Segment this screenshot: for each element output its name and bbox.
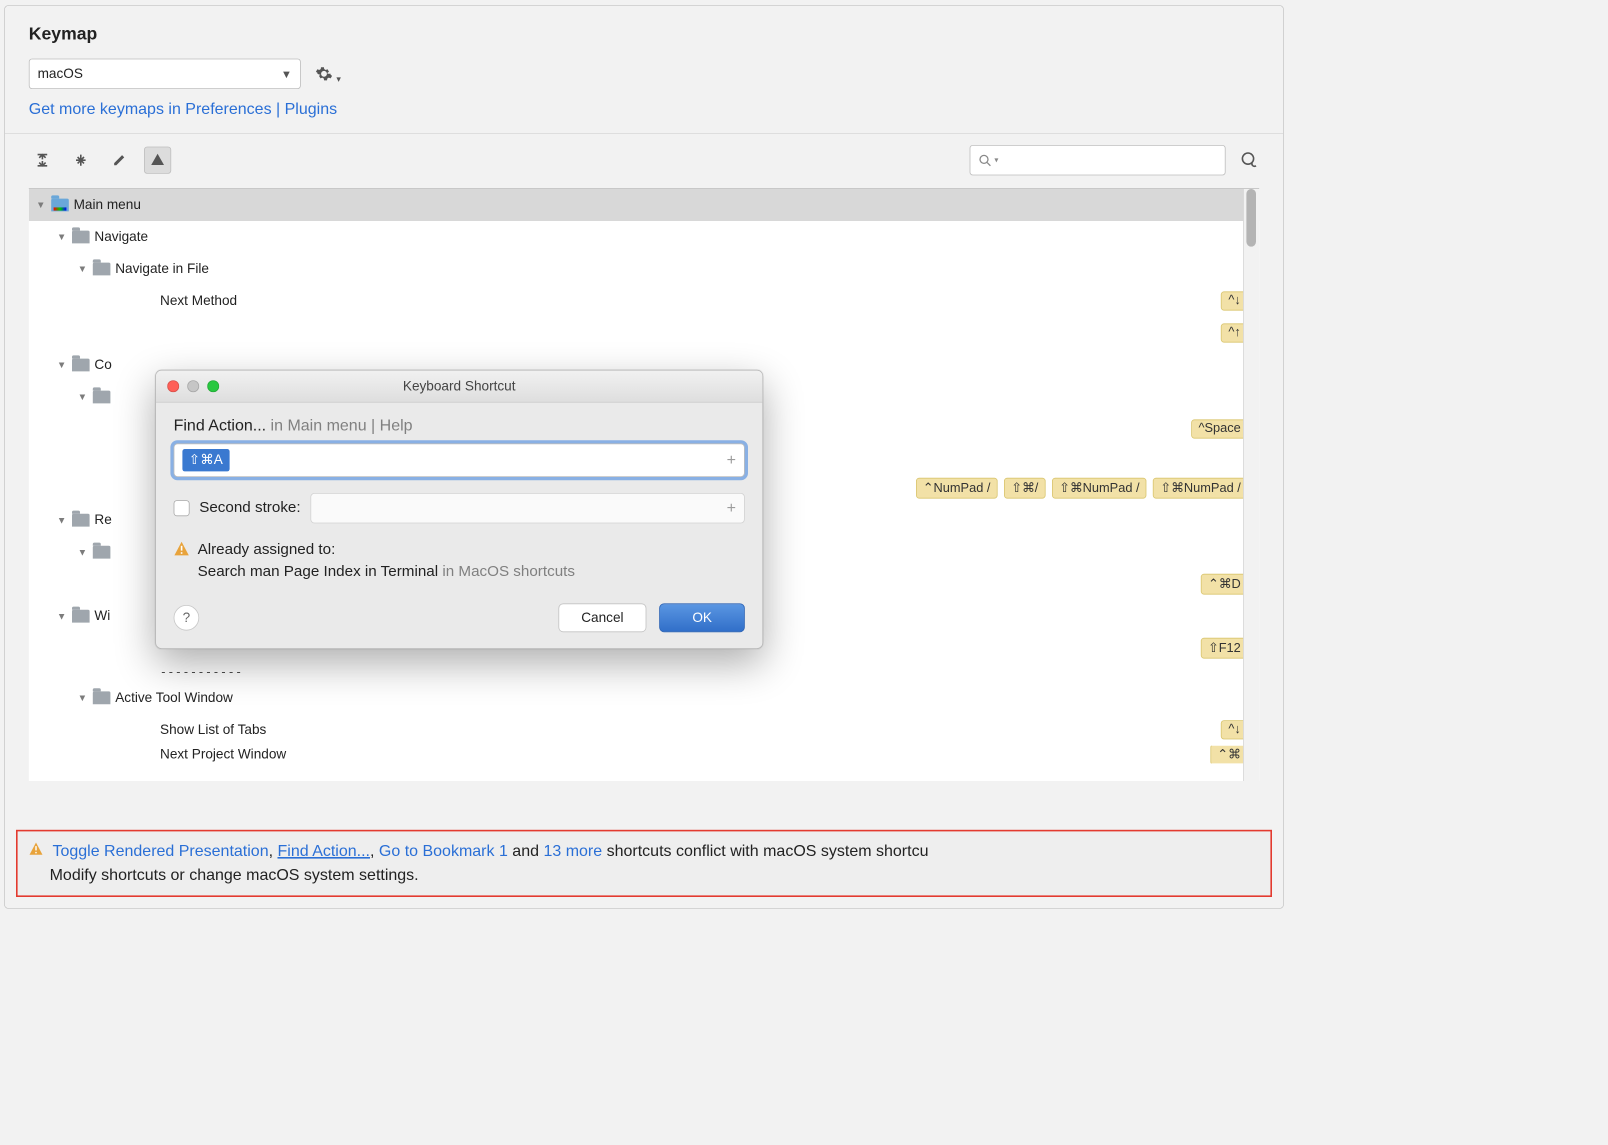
warning-icon [29,843,48,861]
shortcut-chip: ⌃NumPad / [916,478,998,499]
folder-icon [93,263,111,276]
folder-icon [72,231,90,244]
separator: ----------- [29,664,1259,682]
shortcut-value: ⇧⌘A [182,449,229,471]
scrollbar-thumb[interactable] [1246,189,1256,247]
disclosure-icon[interactable]: ▼ [77,263,88,274]
second-stroke-label: Second stroke: [199,499,300,517]
conflict-link[interactable]: Go to Bookmark 1 [379,843,508,861]
gear-icon[interactable] [315,65,333,83]
tree-row-cut[interactable]: Next Project Window ⌃⌘ [29,746,1259,764]
shortcut-chip: ⌃⌘D [1201,574,1248,595]
warning-icon [174,541,190,557]
shortcut-chip: ⇧⌘NumPad / [1052,478,1147,499]
keyboard-shortcut-dialog: Keyboard Shortcut Find Action... in Main… [155,370,763,649]
first-stroke-input[interactable]: ⇧⌘A + [174,443,745,477]
second-stroke-checkbox[interactable] [174,500,190,516]
add-icon[interactable]: + [727,499,736,517]
disclosure-icon[interactable]: ▼ [77,391,88,402]
dialog-title: Keyboard Shortcut [156,378,762,394]
disclosure-icon[interactable]: ▼ [35,199,46,210]
add-icon[interactable]: + [727,451,736,469]
folder-icon [72,514,90,527]
show-conflicts-button[interactable] [144,147,171,174]
conflict-link[interactable]: Find Action... [278,843,371,861]
page-title: Keymap [5,6,1283,59]
shortcut-chip: ⇧⌘NumPad / [1153,478,1248,499]
search-icon [978,154,991,167]
tree-row-navigate-in-file[interactable]: ▼Navigate in File [29,253,1259,285]
expand-all-button[interactable] [29,147,56,174]
folder-icon [72,610,90,623]
folder-icon [51,199,69,212]
disclosure-icon[interactable]: ▼ [56,231,67,242]
conflict-link[interactable]: Toggle Rendered Presentation [52,843,268,861]
ok-button[interactable]: OK [660,603,745,632]
tree-row-main-menu[interactable]: ▼Main menu [29,189,1259,221]
search-input[interactable]: ▾ [970,145,1226,175]
find-by-shortcut-button[interactable] [1240,151,1259,170]
disclosure-icon[interactable]: ▼ [77,692,88,703]
folder-icon [72,359,90,372]
zoom-icon[interactable] [207,380,219,392]
close-icon[interactable] [167,380,179,392]
tree-row-next-method[interactable]: Next Method ^↓ [29,285,1259,317]
minimize-icon [187,380,199,392]
tree-row-show-list-of-tabs[interactable]: Show List of Tabs ^↓ [29,714,1259,746]
disclosure-icon[interactable]: ▼ [77,547,88,558]
tree-row-active-tool-window[interactable]: ▼Active Tool Window [29,682,1259,714]
folder-icon [93,691,111,704]
conflict-banner: Toggle Rendered Presentation, Find Actio… [16,830,1272,897]
collapse-all-button[interactable] [67,147,94,174]
more-keymaps-link[interactable]: Get more keymaps in Preferences | Plugin… [5,89,1283,133]
chevron-down-icon: ▼ [281,67,292,80]
help-button[interactable]: ? [174,605,200,631]
dialog-action-path: Find Action... in Main menu | Help [174,417,745,435]
tree-row-navigate[interactable]: ▼Navigate [29,221,1259,253]
conflict-more-link[interactable]: 13 more [543,843,602,861]
search-filter-dropdown-icon[interactable]: ▾ [994,156,998,165]
second-stroke-input[interactable]: + [310,493,745,523]
tree-row-cut[interactable]: ^↑ [29,317,1259,349]
cancel-button[interactable]: Cancel [558,603,647,632]
folder-icon [93,391,111,404]
keymap-select[interactable]: macOS ▼ [29,59,301,89]
scrollbar[interactable] [1243,189,1259,781]
disclosure-icon[interactable]: ▼ [56,611,67,622]
shortcut-chip: ⇧⌘/ [1004,478,1045,499]
disclosure-icon[interactable]: ▼ [56,515,67,526]
shortcut-chip: ⇧F12 [1201,638,1248,659]
dialog-titlebar[interactable]: Keyboard Shortcut [156,371,762,403]
edit-button[interactable] [106,147,133,174]
keymap-select-value: macOS [38,66,83,82]
assignment-warning: Already assigned to: Search man Page Ind… [174,541,745,581]
folder-icon [93,546,111,559]
disclosure-icon[interactable]: ▼ [56,359,67,370]
shortcut-chip: ^Space [1191,419,1248,438]
